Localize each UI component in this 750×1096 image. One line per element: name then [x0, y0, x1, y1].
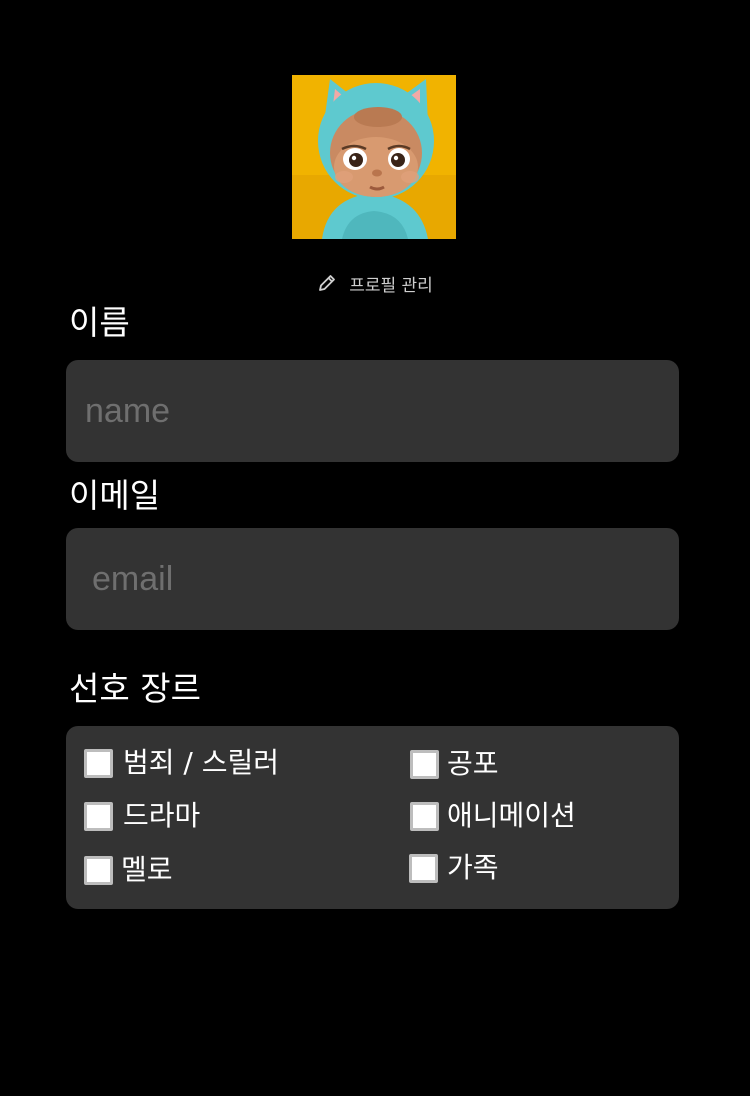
genre-checkbox[interactable]	[84, 855, 113, 885]
baby-in-cat-hood-avatar-icon	[292, 75, 456, 239]
genre-label: 선호 장르	[69, 669, 201, 708]
profile-manage-label: 프로필 관리	[349, 275, 433, 296]
genre-checkbox-group: 범죄 / 스릴러 공포 드라마 애니메이션 멜로 가족	[66, 726, 679, 909]
profile-avatar	[292, 75, 456, 239]
genre-option-label: 범죄 / 스릴러	[123, 746, 280, 779]
email-label: 이메일	[69, 476, 161, 515]
genre-checkbox[interactable]	[410, 749, 439, 779]
genre-checkbox[interactable]	[84, 748, 113, 778]
genre-checkbox[interactable]	[410, 801, 439, 831]
name-label: 이름	[69, 303, 130, 342]
genre-option-label: 공포	[447, 747, 499, 780]
genre-option-crime-thriller[interactable]: 범죄 / 스릴러	[84, 746, 279, 780]
genre-option-label: 멜로	[121, 853, 173, 886]
profile-manage-link[interactable]: 프로필 관리	[0, 270, 750, 296]
name-input[interactable]	[66, 360, 679, 462]
genre-option-animation[interactable]: 애니메이션	[410, 799, 576, 833]
email-input[interactable]	[66, 528, 679, 630]
genre-option-label: 애니메이션	[447, 799, 576, 832]
genre-checkbox[interactable]	[409, 853, 438, 883]
pencil-icon	[319, 275, 336, 291]
genre-option-label: 드라마	[123, 799, 201, 832]
genre-option-horror[interactable]: 공포	[410, 747, 499, 781]
genre-option-family[interactable]: 가족	[409, 851, 499, 885]
genre-checkbox[interactable]	[84, 801, 113, 831]
genre-option-romance[interactable]: 멜로	[84, 853, 173, 887]
genre-option-label: 가족	[447, 851, 499, 884]
genre-option-drama[interactable]: 드라마	[84, 799, 200, 833]
